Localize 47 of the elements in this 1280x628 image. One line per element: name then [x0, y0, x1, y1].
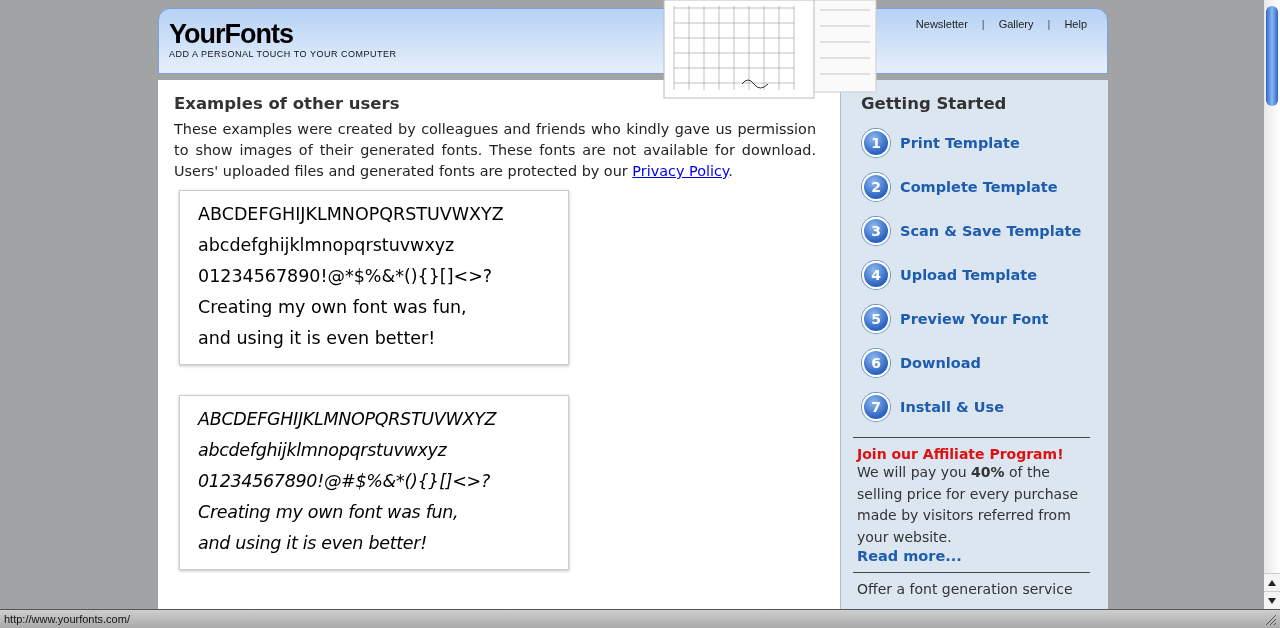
scrollbar[interactable]: [1264, 0, 1280, 609]
step-link[interactable]: 6 Download: [853, 341, 1090, 385]
step-link[interactable]: 2 Complete Template: [853, 165, 1090, 209]
step-number-icon: 6: [862, 349, 890, 377]
sample-text-line: Creating my own font was fun,: [198, 501, 460, 524]
section-title: Examples of other users: [174, 94, 401, 113]
nav-link[interactable]: Gallery: [998, 18, 1034, 30]
nav-link[interactable]: Help: [1064, 18, 1087, 30]
step-link[interactable]: 3 Scan & Save Template: [853, 209, 1090, 253]
status-url: http://www.yourfonts.com/: [4, 613, 130, 625]
sample-text-line: Creating my own font was fun,: [198, 296, 468, 319]
nav-separator: |: [980, 18, 986, 30]
sample-text-line: and using it is even better!: [198, 532, 428, 555]
resize-grip-icon[interactable]: [1264, 613, 1276, 625]
read-more-link[interactable]: Read more...: [853, 548, 1090, 564]
affiliate-title: Join our Affiliate Program!: [855, 446, 1065, 462]
sample-text-line: 01234567890!@*$%&*(){}[]<>?: [198, 265, 494, 288]
step-link[interactable]: 5 Preview Your Font: [853, 297, 1090, 341]
sample-text-line: 01234567890!@#$%&*(){}[]<>?: [198, 470, 491, 493]
step-link[interactable]: 1 Print Template: [853, 121, 1090, 165]
sample-text-line: ABCDEFGHIJKLMNOPQRSTUVWXYZ: [198, 203, 505, 226]
sample-text-line: abcdefghijklmnopqrstuvwxyz: [198, 234, 456, 257]
arrow-up-icon: [1268, 579, 1276, 586]
sample-text-line: abcdefghijklmnopqrstuvwxyz: [198, 439, 448, 462]
privacy-policy-link[interactable]: Privacy Policy: [632, 163, 729, 179]
affiliate-text: We will pay you 40% of the selling price for every purchase made by visitors referred from your website.: [856, 463, 1080, 547]
step-number-icon: 5: [862, 305, 890, 333]
nav-separator: |: [1046, 18, 1052, 30]
step-number-icon: 7: [862, 393, 890, 421]
scroll-up-button[interactable]: [1264, 573, 1280, 591]
step-number-icon: 4: [862, 261, 890, 289]
sidebar-title: Getting Started: [861, 94, 1008, 113]
step-number-icon: 1: [862, 129, 890, 157]
arrow-down-icon: [1268, 597, 1276, 604]
tagline: ADD A PERSONAL TOUCH TO YOUR COMPUTER: [169, 49, 397, 59]
scroll-down-button[interactable]: [1264, 591, 1280, 609]
site-logo[interactable]: YourFonts: [169, 19, 397, 49]
sample-text-line: and using it is even better!: [198, 327, 437, 350]
step-number-icon: 3: [862, 217, 890, 245]
offer-text: Offer a font generation service: [856, 581, 1074, 597]
step-link[interactable]: 4 Upload Template: [853, 253, 1090, 297]
sample-text-line: ABCDEFGHIJKLMNOPQRSTUVWXYZ: [198, 408, 498, 431]
nav-link[interactable]: Newsletter: [915, 18, 968, 30]
intro-paragraph: These examples were created by colleagues and friends who kindly gave us permission to show images of their generated fonts. These fonts are not available for download. Users' uploaded files and generated fonts are protected by our Privacy Policy.: [174, 120, 816, 181]
step-link[interactable]: 7 Install & Use: [853, 385, 1090, 429]
scrollbar-thumb[interactable]: [1266, 6, 1278, 106]
step-number-icon: 2: [862, 173, 890, 201]
